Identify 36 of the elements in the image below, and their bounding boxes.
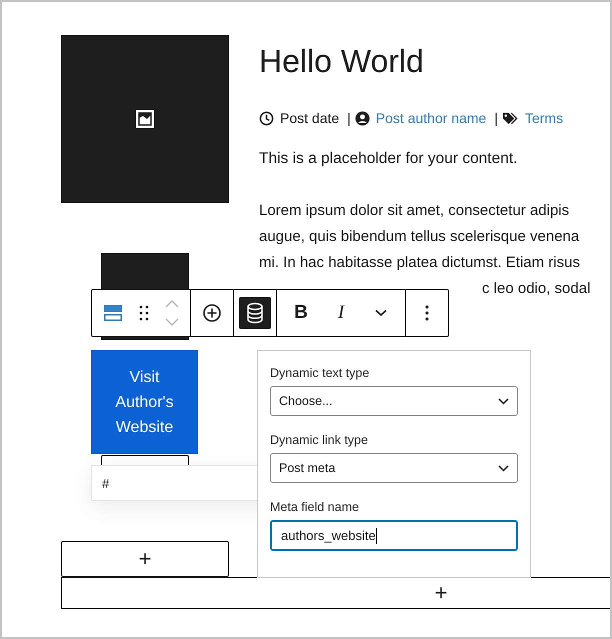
separator: | [347, 110, 351, 126]
field-label: Meta field name [270, 500, 360, 514]
chevron-down-icon [498, 464, 509, 472]
post-title: Hello World [259, 42, 425, 81]
tags-icon [502, 110, 519, 126]
paragraph-line: mi. In hac habitasse platea dictumst. Etiam risus [259, 253, 581, 273]
link-url[interactable]: # [102, 476, 110, 490]
chevron-down-icon [498, 398, 509, 404]
drag-handle-icon [138, 304, 150, 322]
paragraph-line: augue, quis bibendum tellus scelerisque venena [259, 227, 580, 247]
paragraph-line: c leo odio, sodal [482, 280, 590, 297]
meta-link[interactable]: Terms [524, 110, 564, 126]
paragraph-line: Lorem ipsum dolor sit amet, consectetur adipis [259, 201, 570, 221]
chevron-down-icon [374, 308, 388, 318]
field-label: Dynamic link type [270, 433, 369, 447]
select-field[interactable]: Choose... [270, 386, 518, 416]
clock-icon [259, 110, 274, 126]
bold-button[interactable]: B [282, 297, 320, 329]
dynamic-button[interactable] [239, 297, 271, 329]
post-date: Post date [280, 110, 340, 126]
image-icon [135, 109, 155, 129]
select-field[interactable]: Post meta [270, 453, 518, 483]
block-type-icon [103, 303, 123, 323]
separator: | [494, 110, 498, 126]
content-text: This is a placeholder for your content. [259, 149, 518, 169]
field-label: Dynamic text type [270, 366, 370, 380]
add-section-button[interactable]: + [61, 577, 610, 609]
more-options-icon [425, 304, 429, 322]
meta-link[interactable]: Post author name [376, 110, 486, 126]
input-field[interactable]: authors_website [270, 520, 518, 551]
user-icon [354, 110, 370, 126]
add-block-button[interactable]: + [61, 541, 229, 577]
visit-website-button[interactable]: Visit Author's Website [91, 350, 198, 454]
italic-button[interactable]: I [322, 297, 360, 329]
plus-circle-icon [202, 303, 222, 323]
database-icon [245, 302, 265, 324]
